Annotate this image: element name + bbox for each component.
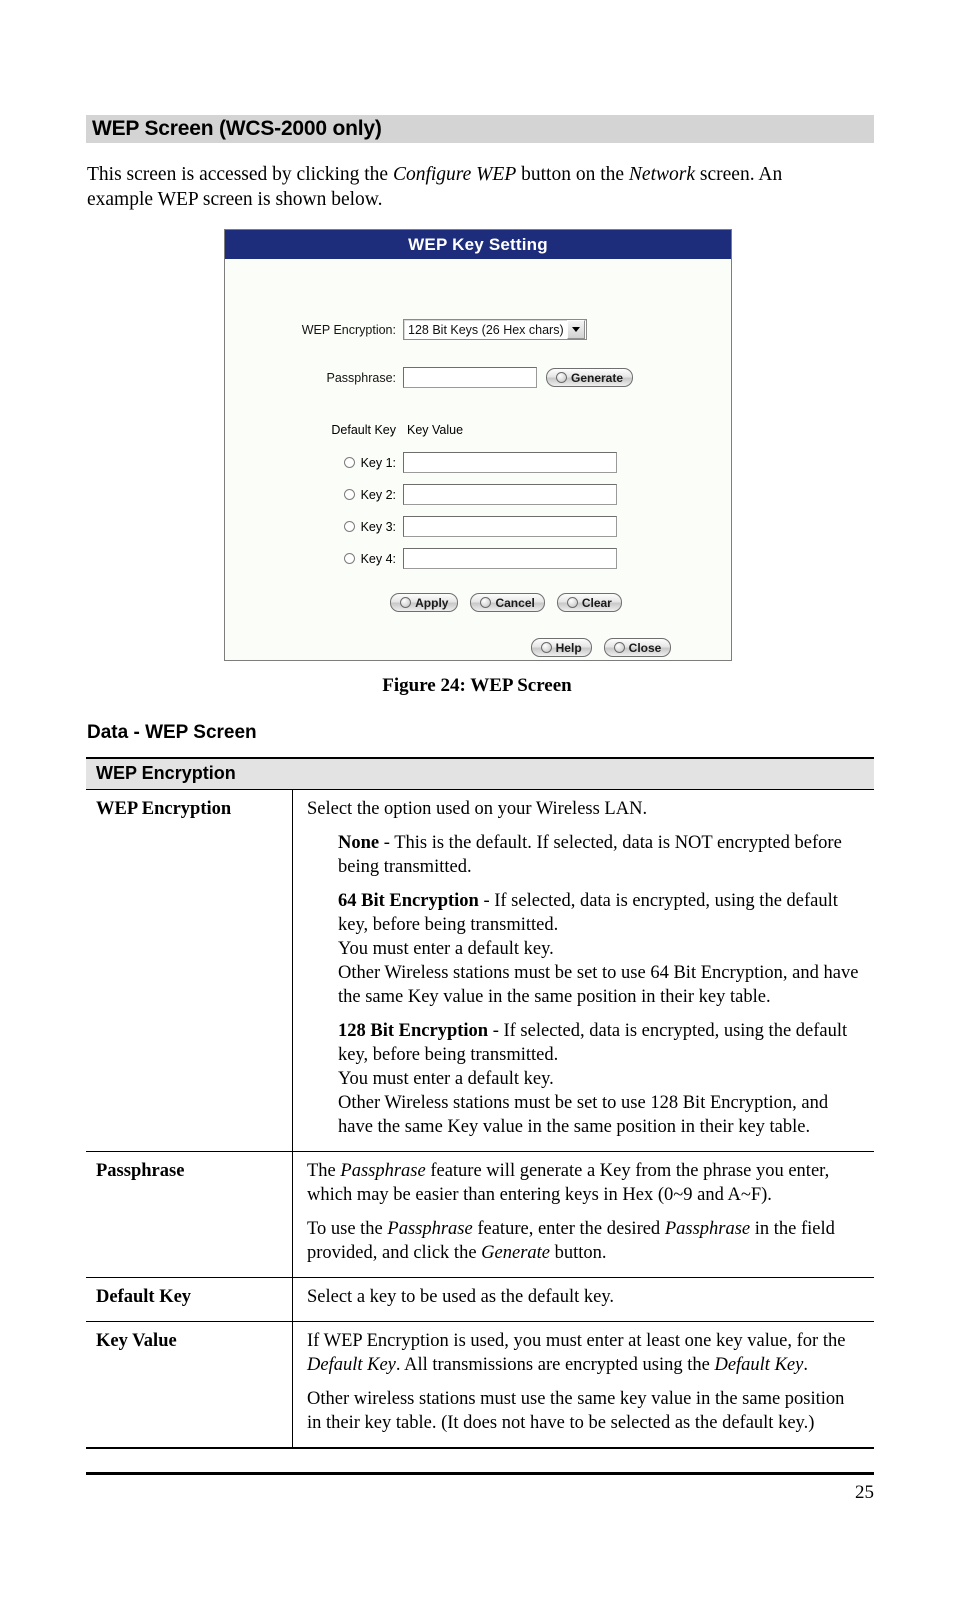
passphrase-input[interactable] [403, 367, 537, 388]
term-128bit: 128 Bit Encryption [338, 1021, 489, 1041]
intro-emph-configure-wep: Configure WEP [392, 164, 517, 185]
intro-emph-network: Network [628, 164, 696, 185]
wep-key-setting-dialog: WEP Key Setting WEP Encryption: 128 Bit … [224, 229, 732, 661]
row-body-key-value: If WEP Encryption is used, you must ente… [292, 1321, 874, 1449]
para-key-value-1: If WEP Encryption is used, you must ente… [307, 1331, 846, 1375]
table-row: Passphrase The Passphrase feature will g… [86, 1151, 874, 1278]
dialog-secondary-button-row: Help Close [225, 638, 854, 657]
term-none: None [338, 833, 380, 853]
close-button-label: Close [628, 640, 662, 655]
bullet-icon [400, 597, 412, 608]
para-passphrase-2: To use the Passphrase feature, enter the… [307, 1219, 835, 1263]
section-heading-title: WEP Screen (WCS-2000 only) [92, 117, 382, 140]
figure-caption: Figure 24: WEP Screen [382, 675, 572, 696]
para-128bit: 128 Bit Encryption - If selected, data i… [338, 1019, 860, 1139]
chevron-down-icon[interactable] [567, 320, 585, 339]
row-label-wep-encryption: WEP Encryption [86, 789, 293, 1152]
wep-encryption-row: WEP Encryption: 128 Bit Keys (26 Hex cha… [225, 319, 731, 340]
wep-encryption-selected-value: 128 Bit Keys (26 Hex chars) [408, 322, 564, 337]
term-64bit-line3: Other Wireless stations must be set to u… [338, 963, 859, 1007]
generate-button[interactable]: Generate [546, 368, 634, 387]
key-table-header-row: Default Key Key Value [225, 423, 731, 437]
help-button-label: Help [555, 640, 582, 655]
section-heading-bar: WEP Screen (WCS-2000 only) [86, 115, 874, 143]
dialog-title-bar: WEP Key Setting [225, 230, 731, 259]
key-2-input[interactable] [403, 484, 617, 505]
intro-text-c: button on the [516, 164, 629, 185]
term-64bit: 64 Bit Encryption [338, 891, 479, 911]
key-4-radio[interactable] [343, 553, 355, 564]
key-2-radio[interactable] [343, 489, 355, 500]
key-4-input[interactable] [403, 548, 617, 569]
apply-button-label: Apply [415, 595, 449, 610]
bullet-icon [556, 372, 567, 383]
row-body-default-key: Select a key to be used as the default k… [292, 1277, 874, 1322]
table-row: Default Key Select a key to be used as t… [86, 1277, 874, 1322]
table-row: Key Value If WEP Encryption is used, you… [86, 1321, 874, 1449]
para-default-key: Select a key to be used as the default k… [307, 1287, 615, 1307]
intro-text-a: This screen is accessed by clicking the [87, 164, 393, 185]
passphrase-row: Passphrase: Generate [225, 367, 731, 388]
key-row-2: Key 2: [225, 484, 731, 505]
clear-button-label: Clear [581, 595, 612, 610]
default-key-column-header: Default Key [331, 423, 396, 437]
table-header-row: WEP Encryption [86, 757, 874, 790]
wep-data-table: WEP Encryption WEP Encryption Select the… [86, 757, 874, 1449]
key-1-radio[interactable] [343, 457, 355, 468]
page-subheading: Data - WEP Screen [87, 722, 257, 743]
row-label-default-key: Default Key [86, 1277, 293, 1322]
passphrase-label: Passphrase: [326, 370, 396, 385]
page-number: 25 [855, 1482, 874, 1503]
footer-divider [86, 1472, 874, 1475]
key-row-1: Key 1: [225, 452, 731, 473]
help-button[interactable]: Help [530, 638, 592, 657]
key-3-input[interactable] [403, 516, 617, 537]
term-128bit-line3: Other Wireless stations must be set to u… [338, 1093, 829, 1137]
term-128bit-line2: You must enter a default key. [338, 1069, 554, 1089]
bullet-icon [480, 597, 492, 608]
clear-button[interactable]: Clear [556, 593, 622, 612]
key-row-3: Key 3: [225, 516, 731, 537]
table-header-cell: WEP Encryption [86, 757, 874, 790]
dialog-title-text: WEP Key Setting [408, 234, 548, 254]
row-label-passphrase: Passphrase [86, 1151, 293, 1278]
key-3-label: Key 3: [360, 519, 396, 534]
para-passphrase-1: The Passphrase feature will generate a K… [307, 1161, 830, 1205]
key-value-column-header: Key Value [407, 423, 464, 437]
generate-button-label: Generate [571, 370, 624, 385]
dialog-primary-button-row: Apply Cancel Clear [225, 593, 759, 612]
row-body-passphrase: The Passphrase feature will generate a K… [292, 1151, 874, 1278]
term-none-desc: - This is the default. If selected, data… [338, 833, 842, 877]
key-2-label: Key 2: [360, 487, 396, 502]
row-body-wep-encryption: Select the option used on your Wireless … [293, 790, 875, 1152]
key-row-4: Key 4: [225, 548, 731, 569]
key-3-radio[interactable] [343, 521, 355, 532]
para-key-value-2: Other wireless stations must use the sam… [307, 1389, 845, 1433]
cancel-button-label: Cancel [495, 595, 535, 610]
para-none: None - This is the default. If selected,… [338, 831, 860, 879]
key-1-label: Key 1: [360, 455, 396, 470]
para-select-option: Select the option used on your Wireless … [307, 799, 648, 819]
cancel-button[interactable]: Cancel [470, 593, 545, 612]
bullet-icon [540, 642, 552, 653]
table-row: WEP Encryption Select the option used on… [86, 789, 875, 1152]
wep-encryption-label: WEP Encryption: [301, 322, 396, 337]
key-1-input[interactable] [403, 452, 617, 473]
dialog-body: WEP Encryption: 128 Bit Keys (26 Hex cha… [225, 259, 731, 660]
key-4-label: Key 4: [360, 551, 396, 566]
close-button[interactable]: Close [603, 638, 672, 657]
bullet-icon [566, 597, 578, 608]
bullet-icon [613, 642, 625, 653]
intro-paragraph: This screen is accessed by clicking the … [87, 162, 827, 212]
document-page: WEP Screen (WCS-2000 only) This screen i… [0, 0, 954, 1610]
term-64bit-line2: You must enter a default key. [338, 939, 554, 959]
row-label-key-value: Key Value [86, 1321, 293, 1449]
para-64bit: 64 Bit Encryption - If selected, data is… [338, 889, 860, 1009]
apply-button[interactable]: Apply [390, 593, 459, 612]
wep-encryption-select[interactable]: 128 Bit Keys (26 Hex chars) [403, 319, 587, 340]
